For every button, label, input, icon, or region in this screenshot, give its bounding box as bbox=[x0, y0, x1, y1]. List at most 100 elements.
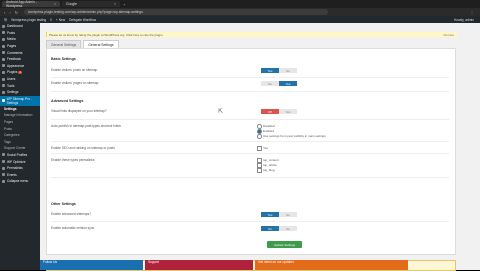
toggle-off-button[interactable]: Off bbox=[261, 109, 279, 114]
sidebar-item-feedback[interactable]: Feedback bbox=[0, 56, 40, 63]
sidebar-item-media[interactable]: Media bbox=[0, 36, 40, 43]
user-greeting[interactable]: Howdy, admin bbox=[454, 18, 474, 22]
setting-label: Enable visitors' pages on sitemap bbox=[51, 81, 99, 85]
radio-option[interactable]: Enabled bbox=[257, 129, 274, 134]
comment-icon bbox=[2, 51, 5, 55]
sidebar-item-optimize[interactable]: WP Optimize bbox=[0, 158, 40, 165]
divider bbox=[51, 119, 449, 120]
dismiss-notice-button[interactable]: Dismiss bbox=[444, 33, 455, 37]
follow-us-card[interactable]: Follow Us bbox=[40, 260, 143, 270]
sidebar-item-tools[interactable]: Tools bbox=[0, 82, 40, 89]
reload-icon[interactable]: ↻ bbox=[15, 10, 18, 15]
sidebar-subitem[interactable]: Categories bbox=[0, 132, 40, 139]
yes-no-toggle[interactable]: Yes No bbox=[261, 68, 297, 73]
setting-label: Enable these types permalinks bbox=[51, 158, 95, 162]
radio-button[interactable] bbox=[257, 124, 262, 129]
setting-label: Enable SEO and ranking on sitemap or pos… bbox=[51, 146, 115, 150]
wordpress-logo-icon[interactable]: Ⓦ bbox=[4, 17, 7, 22]
adminbar-extra-link[interactable]: Delegate Wordflow bbox=[69, 18, 96, 22]
divider bbox=[51, 153, 449, 154]
checkbox-option[interactable]: top_article bbox=[257, 163, 277, 168]
checkbox[interactable] bbox=[257, 158, 262, 163]
settings-row: Enable automatic version sync On No bbox=[51, 226, 449, 234]
toggle-yes-button[interactable]: Yes bbox=[261, 68, 279, 73]
toggle-yes-button[interactable]: Yes bbox=[261, 212, 279, 217]
new-tab-button[interactable]: + bbox=[123, 2, 125, 7]
radio-option[interactable]: Disabled bbox=[257, 124, 275, 129]
browser-tab-bar: Android App Admin - Wordpress × Google ×… bbox=[0, 0, 480, 8]
divider bbox=[51, 177, 449, 178]
plugin-icon bbox=[2, 70, 5, 74]
sidebar-item-comments[interactable]: Comments bbox=[0, 49, 40, 56]
sidebar-item-permalinks[interactable]: Permalinks bbox=[0, 165, 40, 172]
admin-notice: Please let us know by rating the plugin … bbox=[46, 32, 457, 37]
sidebar-subitem[interactable]: Support Center bbox=[0, 145, 40, 152]
share-icon bbox=[2, 153, 5, 157]
sidebar-subitem[interactable]: Tags bbox=[0, 139, 40, 146]
address-bar-row: ‹ › ↻ wordpress.plugin-testing.com/wp-ad… bbox=[0, 8, 480, 16]
sidebar-subitem[interactable]: Posts bbox=[0, 125, 40, 132]
sidebar-subitem[interactable]: Settings bbox=[0, 106, 40, 113]
sidebar-item-users[interactable]: Users bbox=[0, 76, 40, 83]
sidebar-item-settings[interactable]: Settings bbox=[0, 89, 40, 96]
close-icon[interactable]: × bbox=[54, 2, 56, 6]
checkbox[interactable] bbox=[257, 163, 262, 168]
speed-icon bbox=[2, 160, 5, 164]
radio-button[interactable] bbox=[257, 129, 262, 134]
radio-button[interactable] bbox=[257, 134, 262, 139]
admin-sidebar: Dashboard Posts Media Pages Comments Fee… bbox=[0, 23, 40, 270]
new-content-link[interactable]: + New bbox=[56, 18, 65, 22]
updates-card[interactable]: Get latest on our updates bbox=[255, 260, 408, 270]
yes-no-toggle[interactable]: On No bbox=[261, 226, 297, 231]
update-settings-button[interactable]: Update Settings bbox=[267, 241, 302, 248]
sitemap-icon bbox=[2, 99, 5, 103]
browser-tab[interactable]: Android App Admin - Wordpress × bbox=[2, 0, 60, 8]
wrench-icon bbox=[2, 84, 5, 88]
checkbox-option[interactable]: top_content bbox=[257, 158, 279, 163]
feedback-icon bbox=[2, 57, 5, 61]
toggle-no-button[interactable]: No bbox=[279, 226, 297, 231]
forward-icon[interactable]: › bbox=[9, 10, 10, 15]
support-card[interactable]: Support bbox=[145, 260, 253, 270]
sidebar-item-pages[interactable]: Pages bbox=[0, 43, 40, 50]
checkbox-option[interactable]: top_blog bbox=[257, 168, 275, 173]
yes-no-toggle[interactable]: Yes No bbox=[261, 212, 297, 217]
sidebar-item-appearance[interactable]: Appearance bbox=[0, 63, 40, 70]
close-icon[interactable]: × bbox=[114, 2, 116, 6]
toggle-yes-button[interactable]: Yes bbox=[279, 109, 297, 114]
calendar-icon bbox=[2, 173, 5, 177]
sidebar-item-dashboard[interactable]: Dashboard bbox=[0, 23, 40, 30]
sidebar-subitem[interactable]: Pages bbox=[0, 119, 40, 126]
sidebar-item-sitemap[interactable]: WP Sitemap Pro - Settings bbox=[0, 95, 40, 106]
toggle-no-button[interactable]: No bbox=[279, 68, 297, 73]
toggle-no-button[interactable]: No bbox=[279, 212, 297, 217]
sidebar-item-collapse[interactable]: Collapse menu bbox=[0, 178, 40, 185]
sidebar-item-posts[interactable]: Posts bbox=[0, 30, 40, 37]
sidebar-subitem[interactable]: Manage Information bbox=[0, 112, 40, 119]
comments-count[interactable]: 0 bbox=[50, 18, 52, 22]
main-content: Please let us know by rating the plugin … bbox=[40, 23, 480, 271]
back-icon[interactable]: ‹ bbox=[4, 10, 5, 15]
yes-no-toggle[interactable]: Off Yes bbox=[261, 109, 297, 114]
mouse-cursor-icon: ⇱ bbox=[218, 109, 224, 115]
settings-row: Visual links displayed on your sitemap? … bbox=[51, 109, 449, 117]
divider bbox=[51, 91, 449, 92]
browser-tab[interactable]: Google × bbox=[62, 1, 120, 7]
sidebar-item-plugins[interactable]: Plugins 1 bbox=[0, 69, 40, 76]
sidebar-item-events[interactable]: Events bbox=[0, 171, 40, 178]
checkbox[interactable] bbox=[257, 146, 262, 151]
checkbox[interactable] bbox=[257, 168, 262, 173]
menu-icon[interactable]: ⋮ bbox=[470, 10, 474, 15]
checkbox-option[interactable]: Yes bbox=[257, 146, 268, 151]
sidebar-item-social[interactable]: Social Profiles bbox=[0, 152, 40, 159]
url-input[interactable]: wordpress.plugin-testing.com/wp-admin/ad… bbox=[24, 9, 329, 15]
toggle-no-button[interactable]: No bbox=[261, 81, 279, 86]
radio-option[interactable]: Use settings from post visibility in mai… bbox=[257, 134, 326, 139]
link-icon bbox=[2, 166, 5, 170]
yes-no-toggle[interactable]: No Yes bbox=[261, 81, 297, 86]
toggle-on-button[interactable]: On bbox=[261, 226, 279, 231]
basic-settings-heading: Basic Settings bbox=[51, 57, 76, 61]
site-name-link[interactable]: Wordpress plugin testing bbox=[11, 18, 46, 22]
toggle-yes-button[interactable]: Yes bbox=[279, 81, 297, 86]
setting-label: Enable advanced sitemaps? bbox=[51, 212, 92, 216]
